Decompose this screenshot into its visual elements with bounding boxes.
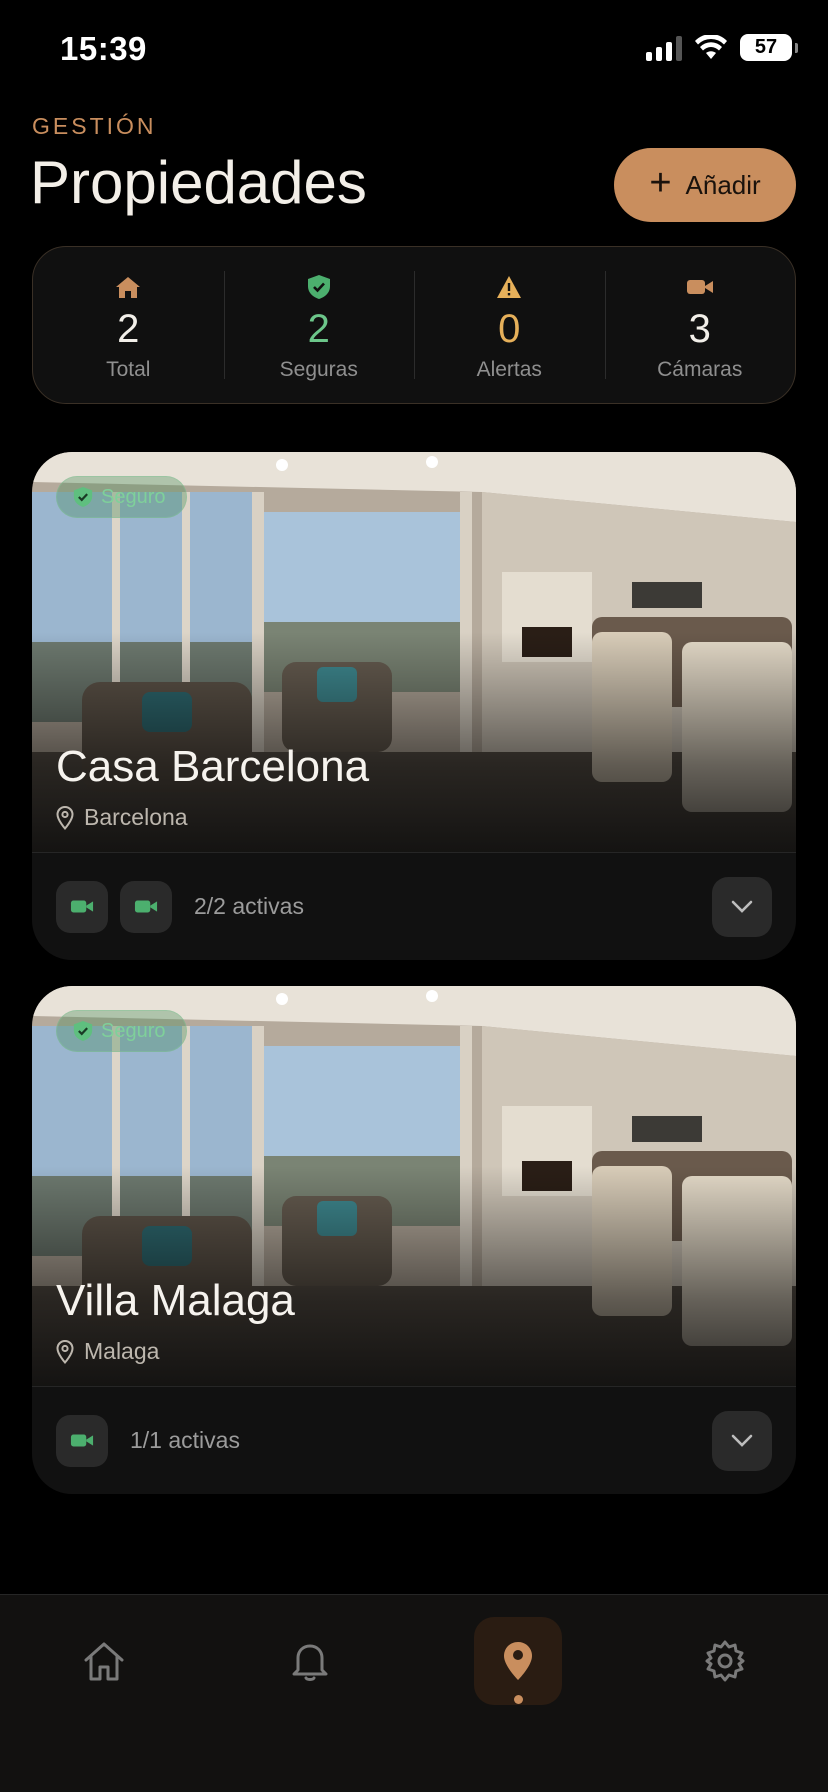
- stats-summary: 2 Total 2 Seguras 0 Alertas 3 Cámaras: [32, 246, 796, 404]
- stat-value: 2: [307, 307, 330, 351]
- stat-value: 0: [498, 307, 521, 351]
- stat-value: 2: [117, 307, 140, 351]
- video-camera-icon: [70, 900, 94, 913]
- wifi-icon: [695, 34, 727, 59]
- stat-alerts: 0 Alertas: [414, 247, 605, 403]
- home-icon: [84, 1642, 124, 1681]
- tab-home[interactable]: [60, 1617, 148, 1705]
- add-property-button[interactable]: + Añadir: [614, 148, 796, 222]
- video-camera-icon: [70, 1434, 94, 1447]
- stat-label: Total: [106, 358, 151, 381]
- shield-check-icon: [307, 273, 331, 301]
- tab-alerts[interactable]: [266, 1617, 354, 1705]
- stat-value: 3: [688, 307, 711, 351]
- gear-icon: [705, 1640, 745, 1682]
- shield-check-icon: [73, 487, 93, 507]
- status-badge: Seguro: [56, 476, 187, 518]
- active-tab-indicator: [514, 1695, 523, 1704]
- stat-label: Alertas: [476, 358, 542, 381]
- status-bar: 15:39 57: [0, 0, 828, 100]
- property-location-label: Barcelona: [84, 804, 188, 830]
- camera-chip[interactable]: [120, 880, 172, 933]
- chevron-down-icon: [731, 1434, 753, 1447]
- property-location-label: Malaga: [84, 1338, 160, 1364]
- camera-chip[interactable]: [56, 880, 108, 933]
- tab-properties[interactable]: [474, 1617, 562, 1705]
- stat-label: Seguras: [279, 358, 358, 381]
- stat-label: Cámaras: [657, 358, 743, 381]
- property-footer: 2/2 activas: [32, 852, 796, 960]
- tab-settings[interactable]: [681, 1617, 769, 1705]
- battery-icon: 57: [740, 34, 798, 61]
- stat-total: 2 Total: [33, 247, 224, 403]
- location-pin-icon: [56, 805, 74, 830]
- tab-bar: [0, 1594, 828, 1792]
- status-badge: Seguro: [56, 1010, 187, 1052]
- add-button-label: Añadir: [685, 169, 761, 200]
- status-badge-label: Seguro: [101, 1019, 166, 1042]
- plus-icon: +: [649, 162, 672, 204]
- property-location: Malaga: [56, 1338, 159, 1365]
- property-card[interactable]: Seguro Casa Barcelona Barcelona 2/2 acti…: [32, 452, 796, 960]
- expand-button[interactable]: [712, 1410, 772, 1471]
- property-name: Villa Malaga: [56, 1276, 295, 1325]
- expand-button[interactable]: [712, 876, 772, 937]
- active-cameras-count: 2/2 activas: [194, 893, 304, 919]
- location-pin-icon: [56, 1339, 74, 1364]
- property-location: Barcelona: [56, 804, 188, 831]
- stat-secure: 2 Seguras: [223, 247, 415, 403]
- section-eyebrow: GESTIÓN: [32, 113, 157, 139]
- bell-icon: [292, 1644, 328, 1681]
- status-badge-label: Seguro: [101, 485, 166, 508]
- cellular-signal-icon: [646, 35, 682, 61]
- status-time: 15:39: [60, 30, 147, 67]
- page-title: Propiedades: [30, 149, 367, 216]
- active-cameras-count: 1/1 activas: [130, 1427, 240, 1453]
- shield-check-icon: [73, 1021, 93, 1041]
- map-pin-icon: [504, 1642, 532, 1680]
- chevron-down-icon: [731, 900, 753, 913]
- video-camera-icon: [686, 273, 714, 301]
- stat-cameras: 3 Cámaras: [604, 247, 796, 403]
- camera-chip[interactable]: [56, 1414, 108, 1467]
- video-camera-icon: [134, 900, 158, 913]
- property-name: Casa Barcelona: [56, 742, 370, 791]
- warning-icon: [496, 273, 522, 301]
- status-icons: 57: [646, 34, 798, 61]
- property-footer: 1/1 activas: [32, 1386, 796, 1494]
- property-card[interactable]: Seguro Villa Malaga Malaga 1/1 activas: [32, 986, 796, 1494]
- home-icon: [115, 273, 141, 301]
